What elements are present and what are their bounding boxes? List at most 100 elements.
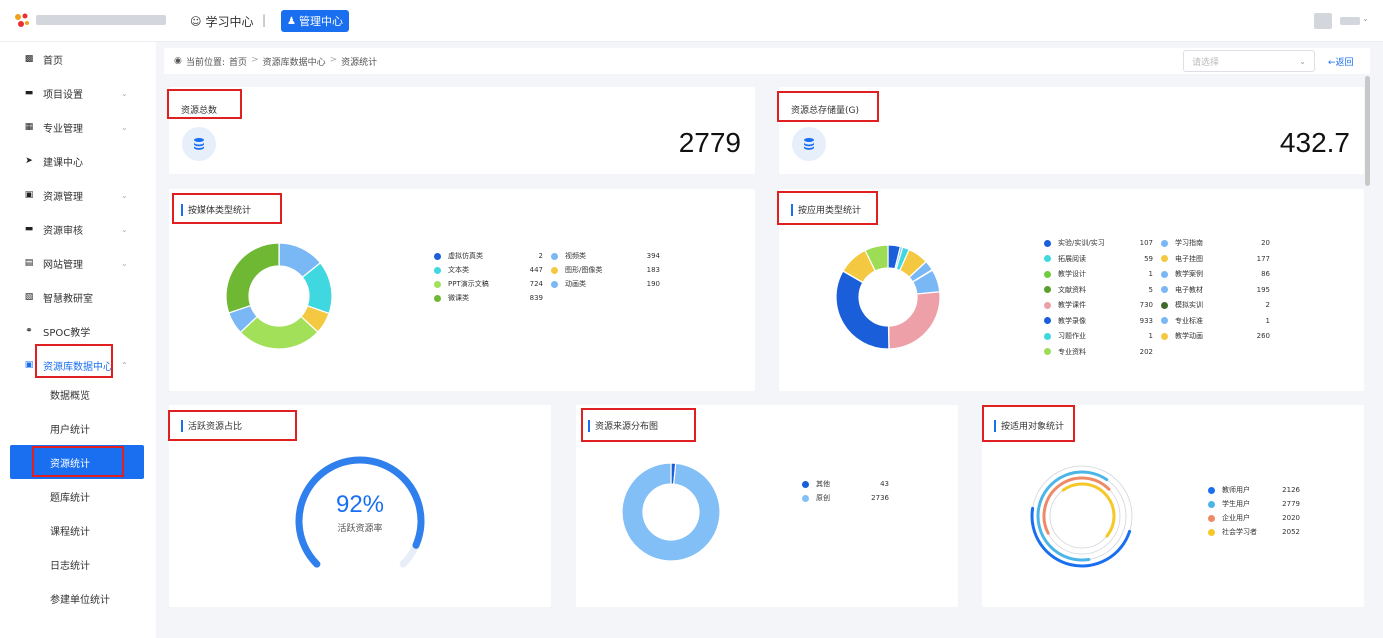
legend-item[interactable]: 微课类 839 xyxy=(434,292,543,304)
legend-item[interactable]: 教师用户 2126 xyxy=(1208,484,1300,496)
breadcrumb-prefix: 当前位置: xyxy=(186,57,226,68)
legend-item[interactable]: 虚拟仿真类 2 xyxy=(434,250,543,262)
legend-value: 2736 xyxy=(871,494,889,502)
avatar[interactable] xyxy=(1314,13,1332,29)
legend-item[interactable]: 原创 2736 xyxy=(802,492,889,504)
legend-value: 5 xyxy=(1148,285,1153,294)
legend-label: 电子教材 xyxy=(1175,285,1203,294)
radial-bar-企业用户[interactable] xyxy=(1042,476,1111,535)
legend-value: 1 xyxy=(1148,270,1153,278)
legend-label: 教学设计 xyxy=(1058,270,1086,278)
legend-dot xyxy=(1161,301,1168,309)
chevron-down-icon[interactable]: ⌄ xyxy=(1362,14,1369,23)
donut-slice-教学课件[interactable] xyxy=(888,291,941,350)
legend-label: 学生用户 xyxy=(1222,500,1250,508)
sidebar-sub-user-stats[interactable]: 用户统计 xyxy=(0,411,156,445)
sidebar-sub-course-stats[interactable]: 课程统计 xyxy=(0,513,156,547)
legend-item[interactable]: 教学设计 1 xyxy=(1044,268,1153,280)
sidebar-item-website-management[interactable]: ▤ 网站管理 ⌄ xyxy=(0,246,156,280)
chevron-down-icon: ⌄ xyxy=(121,258,128,268)
sidebar-item-project-settings[interactable]: ▬ 项目设置 ⌄ xyxy=(0,76,156,110)
legend-value: 190 xyxy=(646,280,660,288)
legend-item[interactable]: 学生用户 2779 xyxy=(1208,498,1300,510)
sidebar-sub-data-overview[interactable]: 数据概览 xyxy=(0,377,156,411)
legend-item[interactable]: 图形/图像类 183 xyxy=(551,264,660,276)
sidebar-item-spoc[interactable]: ⚭ SPOC教学 xyxy=(0,314,156,348)
sidebar-item-label: 网站管理 xyxy=(43,259,83,271)
legend-value: 933 xyxy=(1139,316,1153,325)
admin-center-tab[interactable]: ♟ 管理中心 xyxy=(281,10,349,32)
legend-item[interactable]: 专业资料 202 xyxy=(1044,346,1153,358)
sidebar-sub-label: 课程统计 xyxy=(50,526,90,538)
radial-bar-社会学习者[interactable] xyxy=(1061,482,1116,538)
legend-item[interactable]: 电子教材 195 xyxy=(1161,284,1270,296)
legend-item[interactable]: PPT演示文稿 724 xyxy=(434,278,543,290)
legend-label: 模拟实训 xyxy=(1175,301,1203,309)
legend-item[interactable]: 教学动画 260 xyxy=(1161,330,1270,342)
username-blurred[interactable] xyxy=(1340,17,1360,25)
legend-item[interactable]: 文本类 447 xyxy=(434,264,543,276)
legend-dot xyxy=(1161,317,1168,324)
legend-item[interactable]: 电子挂图 177 xyxy=(1161,253,1270,265)
legend-item[interactable]: 其他 43 xyxy=(802,478,889,490)
legend-value: 2779 xyxy=(1282,500,1300,508)
sidebar-sub-unit-stats[interactable]: 参建单位统计 xyxy=(0,581,156,615)
sidebar-sub-resource-stats[interactable]: 资源统计 xyxy=(10,445,144,479)
card-title: 资源总数 xyxy=(181,106,218,116)
legend-dot xyxy=(1044,239,1051,247)
legend-item[interactable]: 实验/实训/实习 107 xyxy=(1044,237,1153,249)
legend-item[interactable]: 习题作业 1 xyxy=(1044,330,1153,342)
sidebar-sub-label: 数据概览 xyxy=(50,390,90,402)
sidebar-item-home[interactable]: ▩ 首页 xyxy=(0,42,156,76)
chevron-down-icon: ⌄ xyxy=(121,122,128,132)
legend-dot xyxy=(551,266,558,274)
users-icon: ♟ xyxy=(287,15,296,27)
legend-item[interactable]: 社会学习者 2052 xyxy=(1208,526,1300,538)
nav-separator: | xyxy=(262,13,267,27)
legend-dot xyxy=(802,480,809,488)
legend-dot xyxy=(1044,332,1051,340)
sidebar-sub-log-stats[interactable]: 日志统计 xyxy=(0,547,156,581)
legend-value: 724 xyxy=(529,280,543,288)
scrollbar[interactable] xyxy=(1365,76,1370,186)
legend-item[interactable]: 教学课件 730 xyxy=(1044,299,1153,311)
filter-select[interactable]: 请选择 ⌄ xyxy=(1183,50,1315,72)
donut-slice-原创[interactable] xyxy=(621,462,721,562)
legend-dot xyxy=(434,294,441,302)
legend-label: 电子挂图 xyxy=(1175,254,1203,263)
legend-item[interactable]: 动画类 190 xyxy=(551,278,660,290)
sidebar: ▩ 首页 ▬ 项目设置 ⌄ ▦ 专业管理 ⌄ ➤ 建课中心 ▣ 资源管理 ⌄ ▬ 资源审核 ⌄ ▤ 网… xyxy=(0,42,156,638)
back-link[interactable]: ←返回 xyxy=(1328,55,1354,68)
legend-label: 学习指南 xyxy=(1175,239,1203,247)
legend-item[interactable]: 拓展阅读 59 xyxy=(1044,253,1153,265)
sidebar-item-label: 建课中心 xyxy=(43,157,83,169)
legend-item[interactable]: 教学录像 933 xyxy=(1044,315,1153,327)
sidebar-item-resource-review[interactable]: ▬ 资源审核 ⌄ xyxy=(0,212,156,246)
legend-dot xyxy=(1044,255,1051,262)
database-icon xyxy=(792,127,826,161)
sidebar-sub-question-stats[interactable]: 题库统计 xyxy=(0,479,156,513)
media-type-legend: 虚拟仿真类 2 视频类 394 文本类 447 图形/图像类 183 PPT演示文稿 724 动画类… xyxy=(434,250,674,320)
sidebar-item-smart-research[interactable]: ▧ 智慧教研室 xyxy=(0,280,156,314)
legend-dot xyxy=(1161,255,1168,262)
legend-item[interactable]: 文献资料 5 xyxy=(1044,284,1153,296)
sidebar-item-course-building[interactable]: ➤ 建课中心 xyxy=(0,144,156,178)
sidebar-item-resource-management[interactable]: ▣ 资源管理 ⌄ xyxy=(0,178,156,212)
sidebar-item-major-management[interactable]: ▦ 专业管理 ⌄ xyxy=(0,110,156,144)
breadcrumb-parent[interactable]: 资源库数据中心 xyxy=(263,55,326,68)
legend-item[interactable]: 企业用户 2020 xyxy=(1208,512,1300,524)
legend-item[interactable]: 模拟实训 2 xyxy=(1161,299,1270,311)
user-icon: ☺ xyxy=(190,15,202,28)
document-icon: ▧ xyxy=(24,292,34,302)
donut-slice-微课类[interactable] xyxy=(225,242,280,314)
audience-card: 按适用对象统计 教师用户 2126 学生用户 2779 企业用户 2020 社会学习者 205… xyxy=(982,405,1364,607)
breadcrumb-home[interactable]: 首页 xyxy=(229,55,247,68)
study-center-link[interactable]: ☺ 学习中心 xyxy=(190,13,253,30)
legend-item[interactable]: 视频类 394 xyxy=(551,250,660,262)
card-title: 活跃资源占比 xyxy=(181,419,242,432)
legend-item[interactable]: 教学案例 86 xyxy=(1161,268,1270,280)
legend-dot xyxy=(551,252,558,260)
legend-value: 1 xyxy=(1265,316,1270,325)
legend-item[interactable]: 专业标准 1 xyxy=(1161,315,1270,327)
legend-item[interactable]: 学习指南 20 xyxy=(1161,237,1270,249)
